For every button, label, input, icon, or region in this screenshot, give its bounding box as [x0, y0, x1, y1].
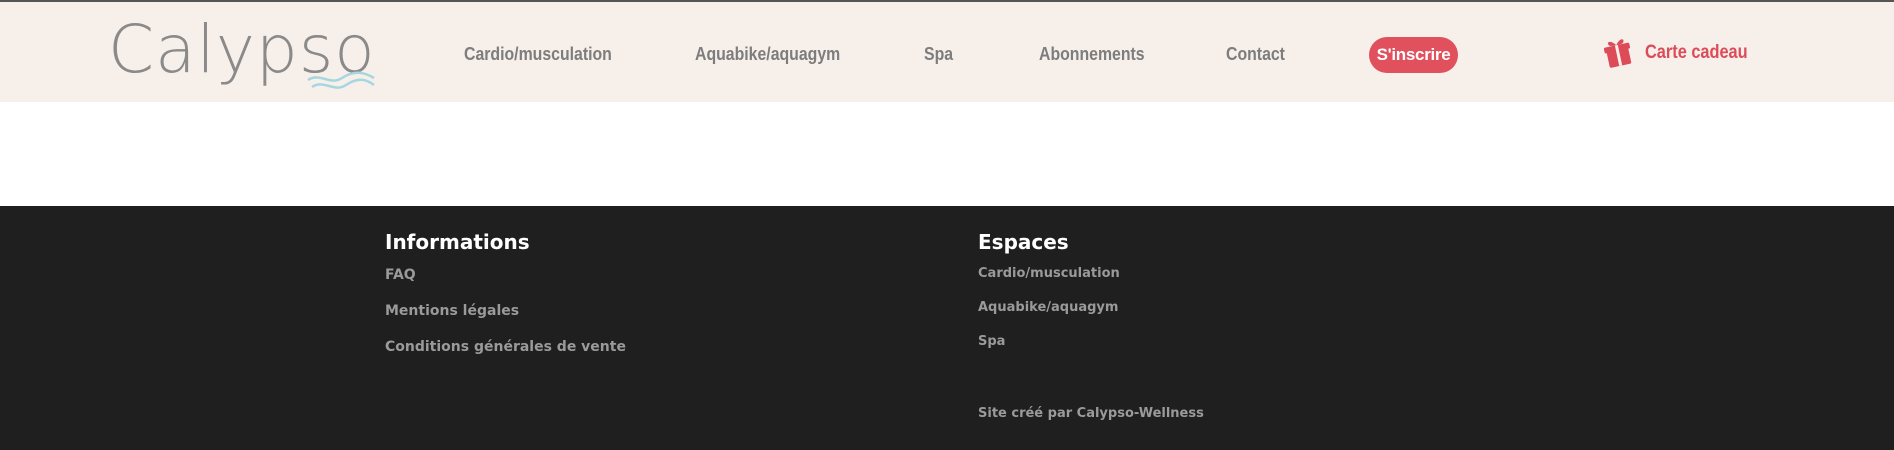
espaces-heading: Espaces: [978, 230, 1069, 254]
signup-button[interactable]: S'inscrire: [1369, 37, 1458, 73]
waves-icon: [307, 71, 375, 89]
footer-link-aquabike-aquagym[interactable]: Aquabike/aquagym: [978, 298, 1118, 318]
nav-spa[interactable]: Spa: [924, 40, 953, 68]
nav-aquabike-aquagym[interactable]: Aquabike/aquagym: [695, 40, 840, 68]
footer-link-mentions-legales[interactable]: Mentions légales: [385, 301, 519, 321]
gift-card-label: Carte cadeau: [1645, 42, 1748, 63]
gift-icon: [1603, 39, 1632, 68]
page: Calypso Cardio/musculation Aquabike/aqua…: [0, 0, 1894, 450]
site-footer: Informations FAQ Mentions légales Condit…: [0, 206, 1894, 450]
gift-card-link[interactable]: Carte cadeau: [1603, 36, 1748, 70]
footer-link-faq[interactable]: FAQ: [385, 265, 416, 285]
nav-abonnements[interactable]: Abonnements: [1039, 40, 1145, 68]
informations-heading: Informations: [385, 230, 530, 254]
calypso-logo[interactable]: Calypso: [108, 8, 375, 92]
footer-link-cgv[interactable]: Conditions générales de vente: [385, 337, 626, 357]
site-header: Calypso Cardio/musculation Aquabike/aqua…: [0, 0, 1894, 102]
site-credit: Site créé par Calypso-Wellness: [978, 406, 1204, 421]
nav-cardio-musculation[interactable]: Cardio/musculation: [464, 40, 612, 68]
footer-link-spa[interactable]: Spa: [978, 332, 1005, 352]
footer-link-cardio-musculation[interactable]: Cardio/musculation: [978, 264, 1120, 284]
nav-contact[interactable]: Contact: [1226, 40, 1285, 68]
